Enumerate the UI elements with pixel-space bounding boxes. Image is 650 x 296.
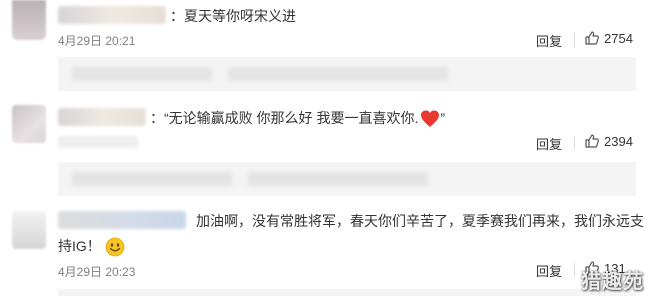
- reply-button[interactable]: 回复: [536, 31, 562, 50]
- divider: [574, 263, 575, 277]
- divider: [574, 136, 575, 150]
- comment-time: [58, 136, 138, 148]
- comment-text: ：夏天等你呀宋义进: [170, 8, 296, 24]
- smiley-emoji: [105, 237, 125, 257]
- username[interactable]: [58, 211, 186, 229]
- sub-reply-box[interactable]: [58, 57, 636, 91]
- sub-reply-box[interactable]: [58, 289, 636, 296]
- avatar[interactable]: [12, 0, 46, 40]
- username[interactable]: [58, 108, 146, 126]
- comment-text-line2: 持IG！: [58, 236, 125, 257]
- comment-text: ：“无论输赢成败 你那么好 我要一直喜欢你.”: [150, 108, 445, 128]
- thumbs-up-icon: [585, 134, 599, 148]
- like-count: 2394: [604, 133, 633, 149]
- comment-time: 4月29日 20:23: [58, 265, 136, 279]
- watermark: 猎趣苑: [581, 271, 644, 293]
- comment-time: 4月29日 20:21: [58, 34, 136, 48]
- sub-reply-box[interactable]: [58, 162, 636, 196]
- like-button[interactable]: 2394: [584, 133, 633, 149]
- reply-button[interactable]: 回复: [536, 261, 562, 280]
- comment-item: ：“无论输赢成败 你那么好 我要一直喜欢你.” 回复 2394: [0, 98, 650, 198]
- avatar[interactable]: [12, 211, 46, 249]
- thumbs-up-icon: [585, 31, 599, 45]
- like-count: 2754: [604, 30, 633, 46]
- heart-emoji: [421, 110, 440, 128]
- avatar[interactable]: [12, 105, 46, 143]
- reply-button[interactable]: 回复: [536, 134, 562, 153]
- divider: [574, 33, 575, 47]
- like-button[interactable]: 2754: [584, 30, 633, 46]
- comment-item: ：夏天等你呀宋义进 4月29日 20:21 回复 2754: [0, 0, 650, 91]
- username[interactable]: [58, 6, 166, 24]
- comment-item: 加油啊，没有常胜将军，春天你们辛苦了，夏季赛我们再来，我们永远支 持IG！ 4月…: [0, 205, 650, 296]
- comment-text: 加油啊，没有常胜将军，春天你们辛苦了，夏季赛我们再来，我们永远支: [196, 213, 644, 229]
